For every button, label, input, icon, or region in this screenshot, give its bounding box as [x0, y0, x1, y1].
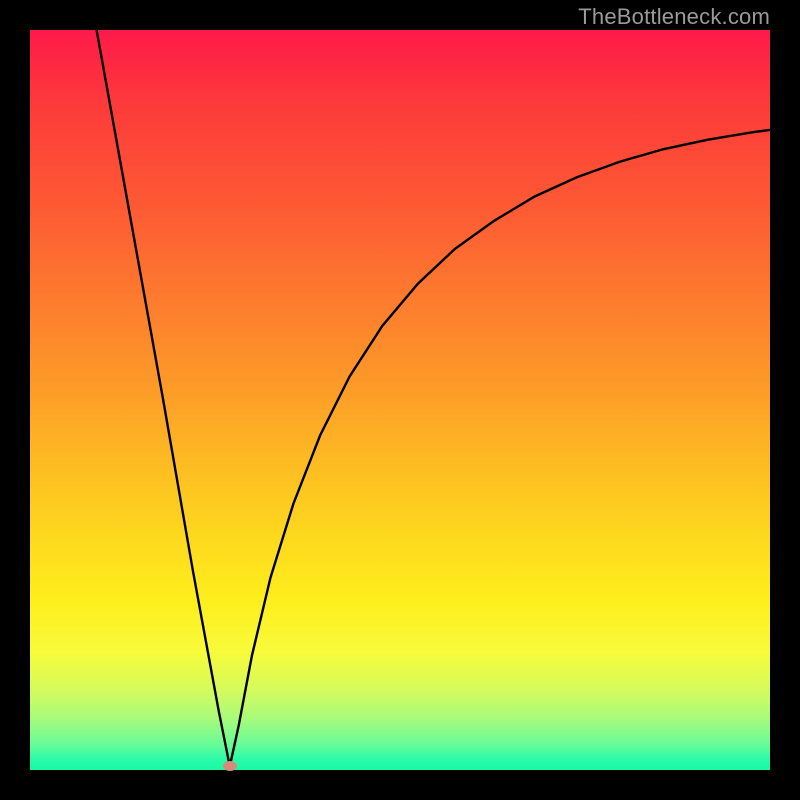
minimum-marker [223, 761, 237, 771]
bottleneck-curve [97, 30, 770, 766]
chart-frame: TheBottleneck.com [0, 0, 800, 800]
curve-layer [30, 30, 770, 770]
plot-area [30, 30, 770, 770]
watermark-text: TheBottleneck.com [578, 4, 770, 30]
